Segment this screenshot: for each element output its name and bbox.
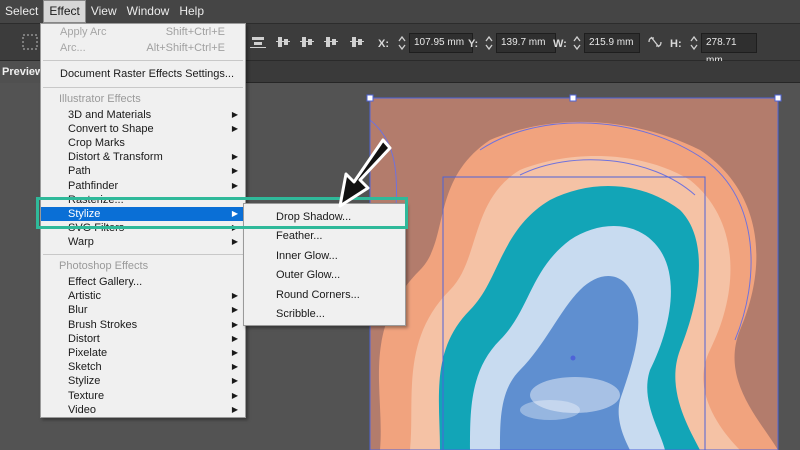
menu-item-sketch[interactable]: Sketch ▶ xyxy=(41,360,245,374)
submenu-item-label: Scribble... xyxy=(276,308,325,320)
menu-header-illustrator: Illustrator Effects xyxy=(41,92,245,106)
menu-header-photoshop: Photoshop Effects xyxy=(41,259,245,273)
menu-header-label: Illustrator Effects xyxy=(59,93,141,105)
submenu-item-label: Outer Glow... xyxy=(276,269,341,281)
menu-item-blur[interactable]: Blur ▶ xyxy=(41,303,245,317)
pointer-arrow-icon xyxy=(338,138,392,208)
submenu-arrow-icon: ▶ xyxy=(231,334,238,343)
menu-item-effect-gallery[interactable]: Effect Gallery... xyxy=(41,275,245,289)
submenu-arrow-icon: ▶ xyxy=(231,166,238,175)
menu-item-label: Blur xyxy=(68,304,88,316)
menu-item-pathfinder[interactable]: Pathfinder ▶ xyxy=(41,179,245,193)
menu-item-label: Stylize xyxy=(68,375,101,387)
menu-item-apply-arc[interactable]: Apply Arc Shift+Ctrl+E xyxy=(41,25,245,39)
menu-item-label: Convert to Shape xyxy=(68,123,154,135)
submenu-item-inner-glow[interactable]: Inner Glow... xyxy=(244,248,405,264)
submenu-arrow-icon: ▶ xyxy=(231,376,238,385)
menu-item-shortcut: Alt+Shift+Ctrl+E xyxy=(146,42,225,54)
menu-item-3d[interactable]: 3D and Materials ▶ xyxy=(41,108,245,122)
menu-item-label: Crop Marks xyxy=(68,137,125,149)
submenu-arrow-icon: ▶ xyxy=(231,391,238,400)
menu-item-stylize-photoshop[interactable]: Stylize ▶ xyxy=(41,374,245,388)
menu-item-label: Document Raster Effects Settings... xyxy=(60,68,235,80)
menu-item-label: Pixelate xyxy=(68,347,108,359)
submenu-item-scribble[interactable]: Scribble... xyxy=(244,306,405,322)
menu-item-last-effect[interactable]: Arc... Alt+Shift+Ctrl+E xyxy=(41,41,245,55)
submenu-item-outer-glow[interactable]: Outer Glow... xyxy=(244,267,405,283)
menu-item-warp[interactable]: Warp ▶ xyxy=(41,235,245,249)
menu-item-label: Brush Strokes xyxy=(68,319,138,331)
menu-item-shortcut: Shift+Ctrl+E xyxy=(165,26,225,38)
menu-item-brush-strokes[interactable]: Brush Strokes ▶ xyxy=(41,318,245,332)
submenu-item-label: Inner Glow... xyxy=(276,250,338,262)
submenu-arrow-icon: ▶ xyxy=(231,124,238,133)
menu-separator xyxy=(43,60,243,61)
menu-separator xyxy=(43,87,243,88)
submenu-item-round-corners[interactable]: Round Corners... xyxy=(244,287,405,303)
menu-item-pixelate[interactable]: Pixelate ▶ xyxy=(41,346,245,360)
menu-item-label: Artistic xyxy=(68,290,101,302)
submenu-arrow-icon: ▶ xyxy=(231,152,238,161)
submenu-arrow-icon: ▶ xyxy=(231,181,238,190)
submenu-arrow-icon: ▶ xyxy=(231,362,238,371)
menu-item-label: Texture xyxy=(68,390,105,402)
submenu-item-label: Round Corners... xyxy=(276,289,360,301)
menu-item-label: Pathfinder xyxy=(68,180,119,192)
submenu-arrow-icon: ▶ xyxy=(231,320,238,329)
menu-separator xyxy=(43,254,243,255)
menu-item-crop-marks[interactable]: Crop Marks xyxy=(41,136,245,150)
submenu-arrow-icon: ▶ xyxy=(231,110,238,119)
submenu-arrow-icon: ▶ xyxy=(231,237,238,246)
submenu-arrow-icon: ▶ xyxy=(231,291,238,300)
menu-item-distort[interactable]: Distort ▶ xyxy=(41,332,245,346)
menu-item-label: Effect Gallery... xyxy=(68,276,143,288)
menu-item-raster-settings[interactable]: Document Raster Effects Settings... xyxy=(41,67,245,81)
menu-item-artistic[interactable]: Artistic ▶ xyxy=(41,289,245,303)
submenu-arrow-icon: ▶ xyxy=(231,305,238,314)
menu-item-distort-transform[interactable]: Distort & Transform ▶ xyxy=(41,150,245,164)
submenu-arrow-icon: ▶ xyxy=(231,348,238,357)
menu-item-label: Video xyxy=(68,404,96,416)
submenu-arrow-icon: ▶ xyxy=(231,405,238,414)
menu-header-label: Photoshop Effects xyxy=(59,260,149,272)
menu-item-label: Path xyxy=(68,165,91,177)
menu-item-label: Distort xyxy=(68,333,100,345)
menu-item-label: Arc... xyxy=(60,42,86,54)
menu-item-convert-to-shape[interactable]: Convert to Shape ▶ xyxy=(41,122,245,136)
menu-item-label: Warp xyxy=(68,236,94,248)
menu-item-video[interactable]: Video ▶ xyxy=(41,403,245,417)
submenu-item-label: Feather... xyxy=(276,230,323,242)
menu-item-label: Distort & Transform xyxy=(68,151,163,163)
submenu-item-feather[interactable]: Feather... xyxy=(244,228,405,244)
menu-item-texture[interactable]: Texture ▶ xyxy=(41,389,245,403)
menu-item-label: Sketch xyxy=(68,361,102,373)
menu-item-label: 3D and Materials xyxy=(68,109,152,121)
menu-item-label: Apply Arc xyxy=(60,26,107,38)
menu-item-path[interactable]: Path ▶ xyxy=(41,164,245,178)
